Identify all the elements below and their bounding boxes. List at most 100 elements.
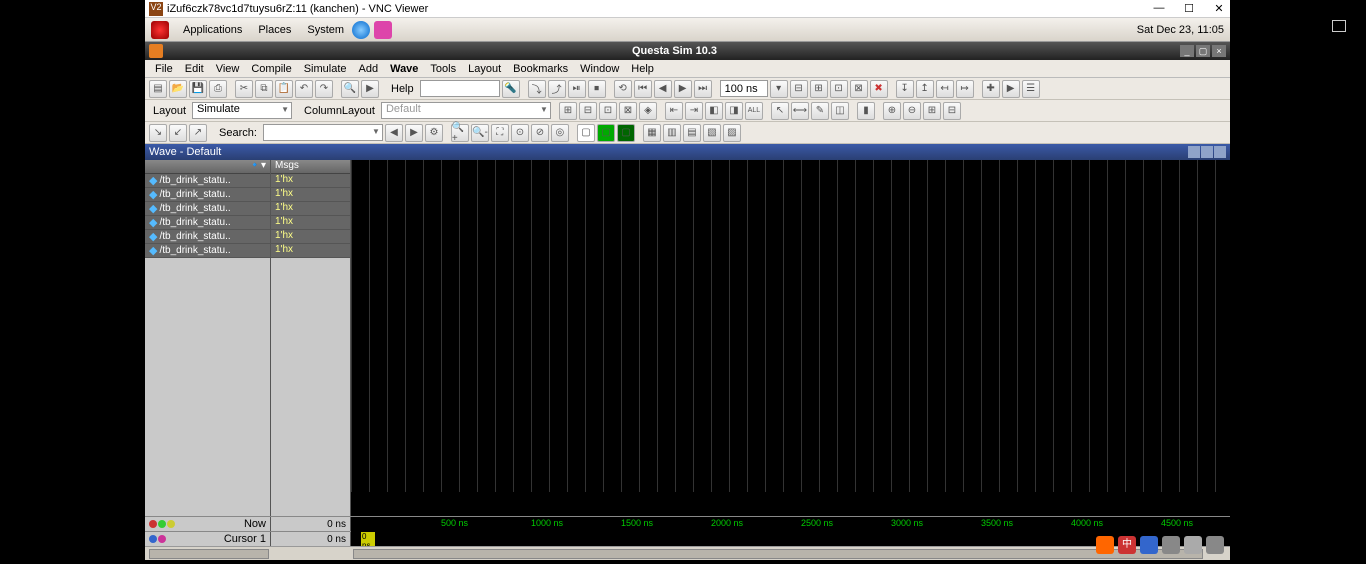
- menu-tools[interactable]: Tools: [424, 63, 462, 75]
- cursor-marker[interactable]: 0 ns: [361, 532, 375, 547]
- menu-window[interactable]: Window: [574, 63, 625, 75]
- menu-wave[interactable]: Wave: [384, 63, 424, 75]
- wave-tool1-icon[interactable]: ⊞: [559, 102, 577, 120]
- clock[interactable]: Sat Dec 23, 11:05: [1137, 24, 1224, 36]
- wave-tool3-icon[interactable]: ⊡: [599, 102, 617, 120]
- find-icon[interactable]: 🔍: [341, 80, 359, 98]
- redo-icon[interactable]: ↷: [315, 80, 333, 98]
- tray-gear-icon[interactable]: [1184, 536, 1202, 554]
- menu-edit[interactable]: Edit: [179, 63, 210, 75]
- run-icon[interactable]: ▶: [361, 80, 379, 98]
- open-icon[interactable]: 📂: [169, 80, 187, 98]
- menu-places[interactable]: Places: [250, 24, 299, 36]
- zoom-range-icon[interactable]: ⊘: [531, 124, 549, 142]
- cut-icon[interactable]: ✂: [235, 80, 253, 98]
- tray-keyboard-icon[interactable]: [1162, 536, 1180, 554]
- expand-icon[interactable]: ⊕: [883, 102, 901, 120]
- signal-row[interactable]: ◆/tb_drink_statu..: [145, 230, 270, 244]
- fmt1-icon[interactable]: ▦: [643, 124, 661, 142]
- break-icon[interactable]: ⏹: [588, 80, 606, 98]
- undo-icon[interactable]: ↶: [295, 80, 313, 98]
- signal-row[interactable]: ◆/tb_drink_statu..: [145, 188, 270, 202]
- maximize-button[interactable]: ☐: [1182, 2, 1196, 16]
- tray-ime-icon[interactable]: 中: [1118, 536, 1136, 554]
- cursor-del-icon[interactable]: ↥: [916, 80, 934, 98]
- cursor-prev-icon[interactable]: ↤: [936, 80, 954, 98]
- questa-titlebar[interactable]: Questa Sim 10.3 _ ▢ ×: [145, 42, 1230, 60]
- menu-help[interactable]: Help: [625, 63, 660, 75]
- zoom-full-icon[interactable]: ⛶: [491, 124, 509, 142]
- bookmark-add-icon[interactable]: ✚: [982, 80, 1000, 98]
- help-search-icon[interactable]: 🔦: [502, 80, 520, 98]
- wave-tool4-icon[interactable]: ⊠: [619, 102, 637, 120]
- app-launcher-icon[interactable]: [374, 21, 392, 39]
- run-next-icon[interactable]: ▶: [674, 80, 692, 98]
- nav2-icon[interactable]: ↙: [169, 124, 187, 142]
- marker-icon[interactable]: ▮: [857, 102, 875, 120]
- menu-layout[interactable]: Layout: [462, 63, 507, 75]
- wave-tool2-icon[interactable]: ⊟: [579, 102, 597, 120]
- wave-hscrollbar[interactable]: [145, 546, 1230, 560]
- new-icon[interactable]: ▤: [149, 80, 167, 98]
- wave-undock-icon[interactable]: [1188, 146, 1200, 158]
- continue-icon[interactable]: ⏯: [568, 80, 586, 98]
- signal-row[interactable]: ◆/tb_drink_statu..: [145, 216, 270, 230]
- bookmark-next-icon[interactable]: ▶: [1002, 80, 1020, 98]
- collapse-icon[interactable]: ⊖: [903, 102, 921, 120]
- mode-all-icon[interactable]: ALL: [745, 102, 763, 120]
- runtime-dropdown-icon[interactable]: ▾: [770, 80, 788, 98]
- save-icon[interactable]: 💾: [189, 80, 207, 98]
- tray-moon-icon[interactable]: [1140, 536, 1158, 554]
- color2-icon[interactable]: ▢: [597, 124, 615, 142]
- stop-icon[interactable]: ✖: [870, 80, 888, 98]
- zoom-in-icon[interactable]: 🔍+: [451, 124, 469, 142]
- continue-run-icon[interactable]: ⊡: [830, 80, 848, 98]
- signal-row[interactable]: ◆/tb_drink_statu..: [145, 244, 270, 258]
- scroll-thumb-wave[interactable]: [353, 549, 1203, 559]
- run-length-icon[interactable]: ⊟: [790, 80, 808, 98]
- help-input[interactable]: [420, 80, 500, 97]
- wave-panel-header[interactable]: Wave - Default: [145, 144, 1230, 160]
- timeline[interactable]: 500 ns1000 ns1500 ns2000 ns2500 ns3000 n…: [351, 517, 1230, 532]
- menu-compile[interactable]: Compile: [245, 63, 297, 75]
- ungroup-icon[interactable]: ⊟: [943, 102, 961, 120]
- fmt2-icon[interactable]: ▥: [663, 124, 681, 142]
- paste-icon[interactable]: 📋: [275, 80, 293, 98]
- color1-icon[interactable]: ▢: [577, 124, 595, 142]
- print-icon[interactable]: ⎙: [209, 80, 227, 98]
- menu-bookmarks[interactable]: Bookmarks: [507, 63, 574, 75]
- fmt4-icon[interactable]: ▧: [703, 124, 721, 142]
- annotate-icon[interactable]: ◫: [831, 102, 849, 120]
- break-sim-icon[interactable]: ⊠: [850, 80, 868, 98]
- run-prev-icon[interactable]: ⏮: [634, 80, 652, 98]
- nav3-icon[interactable]: ↗: [189, 124, 207, 142]
- questa-close-button[interactable]: ×: [1212, 45, 1226, 57]
- pointer-icon[interactable]: ↖: [771, 102, 789, 120]
- run-all-icon[interactable]: ⊞: [810, 80, 828, 98]
- restart-icon[interactable]: ⟲: [614, 80, 632, 98]
- search-opt-icon[interactable]: ⚙: [425, 124, 443, 142]
- columnlayout-dropdown[interactable]: Default: [381, 102, 551, 119]
- browser-icon[interactable]: [352, 21, 370, 39]
- menu-simulate[interactable]: Simulate: [298, 63, 353, 75]
- wave-close-icon[interactable]: [1214, 146, 1226, 158]
- zoom-other-icon[interactable]: ◎: [551, 124, 569, 142]
- wave-max-icon[interactable]: [1201, 146, 1213, 158]
- signal-header[interactable]: 🔹▾: [145, 160, 270, 174]
- tray-sogou-icon[interactable]: [1096, 536, 1114, 554]
- runtime-input[interactable]: [720, 80, 768, 97]
- signal-row[interactable]: ◆/tb_drink_statu..: [145, 202, 270, 216]
- zoom-out-icon[interactable]: 🔍-: [471, 124, 489, 142]
- distro-icon[interactable]: [151, 21, 169, 39]
- cursor-next-icon[interactable]: ↦: [956, 80, 974, 98]
- layout-dropdown[interactable]: Simulate: [192, 102, 292, 119]
- measure-icon[interactable]: ⟷: [791, 102, 809, 120]
- search-prev-icon[interactable]: ◀: [385, 124, 403, 142]
- questa-minimize-button[interactable]: _: [1180, 45, 1194, 57]
- edit-icon[interactable]: ✎: [811, 102, 829, 120]
- waveform-area[interactable]: [351, 160, 1230, 522]
- signal-tool2-icon[interactable]: ◨: [725, 102, 743, 120]
- scroll-thumb-left[interactable]: [149, 549, 269, 559]
- menu-applications[interactable]: Applications: [175, 24, 250, 36]
- menu-view[interactable]: View: [210, 63, 246, 75]
